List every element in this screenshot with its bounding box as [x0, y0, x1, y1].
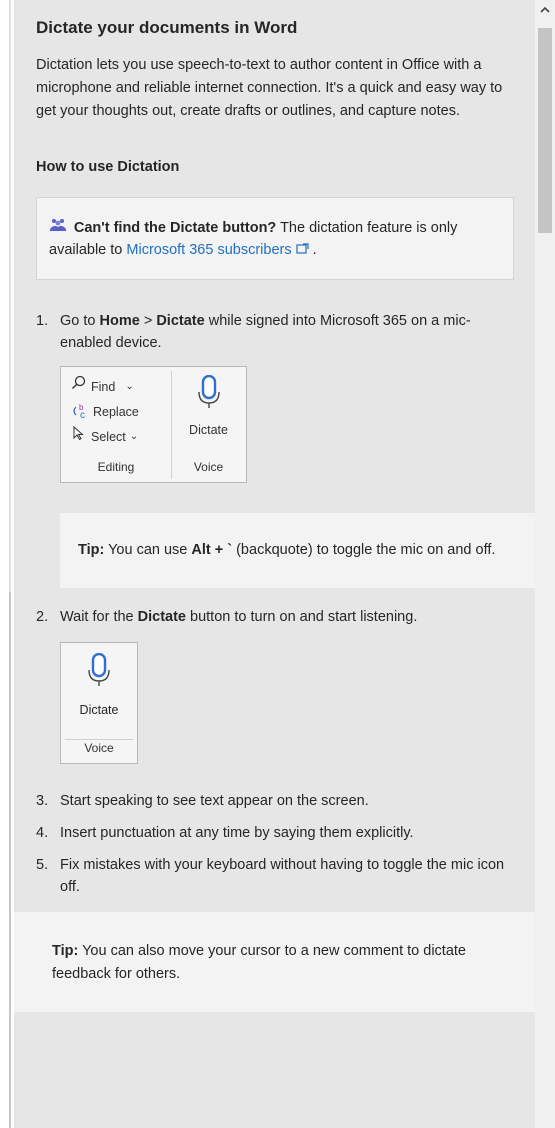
step-number: 4.: [36, 825, 49, 841]
rail-divider-lower: [9, 592, 11, 1128]
microphone-icon: [87, 652, 111, 694]
dictate-button-label: Dictate: [79, 703, 119, 717]
section-heading: How to use Dictation: [36, 159, 180, 175]
step-number: 5.: [36, 857, 49, 873]
ribbon-group-voice: Dictate Voice: [172, 367, 245, 482]
ribbon-screenshot: Find ⌄ bc Replace Select ⌄ Editing Dicta…: [60, 366, 247, 483]
steps-list: 1. Go to Home > Dictate while signed int…: [36, 310, 514, 503]
tip-pre: You can use: [104, 542, 192, 558]
step-bold-dictate: Dictate: [156, 313, 205, 329]
list-item: 4. Insert punctuation at any time by say…: [36, 822, 514, 844]
replace-icon: bc: [71, 403, 89, 422]
rail-divider: [9, 0, 11, 592]
intro-paragraph: Dictation lets you use speech-to-text to…: [36, 57, 503, 119]
link-text: Microsoft 365 subscribers: [126, 242, 292, 258]
ribbon-group-editing: Find ⌄ bc Replace Select ⌄ Editing: [61, 367, 171, 482]
steps-list-continued: 2. Wait for the Dictate button to turn o…: [36, 606, 514, 898]
tip-box-alt: Tip: You can use Alt + ` (backquote) to …: [60, 513, 535, 588]
tip-shortcut: Alt + `: [191, 542, 233, 558]
step-post: button to turn on and start listening.: [186, 609, 418, 625]
note-after: .: [312, 242, 317, 258]
left-rail: [0, 0, 14, 1128]
step-text: Wait for the Dictate button to turn on a…: [60, 606, 514, 780]
step-text: Start speaking to see text appear on the…: [60, 793, 369, 809]
select-row: Select ⌄: [71, 425, 138, 448]
people-icon: [49, 219, 71, 235]
chevron-down-icon: ⌄: [129, 430, 139, 442]
step-bold-home: Home: [99, 313, 140, 329]
search-icon: [71, 375, 87, 398]
step-text: Go to Home > Dictate while signed into M…: [60, 310, 514, 503]
tip-label: Tip:: [78, 542, 105, 558]
dictate-button-screenshot: Dictate Voice: [60, 642, 138, 764]
step-pre: Go to: [60, 313, 100, 329]
tip-label: Tip:: [52, 943, 79, 959]
replace-row: bc Replace: [71, 401, 139, 423]
editing-group-label: Editing: [97, 460, 135, 474]
select-label: Select: [91, 429, 126, 444]
list-item: 5. Fix mistakes with your keyboard witho…: [36, 854, 514, 898]
step-bold-dictate: Dictate: [137, 609, 186, 625]
scroll-up-arrow-icon[interactable]: [538, 3, 552, 17]
vertical-scrollbar[interactable]: [535, 0, 555, 1128]
help-pane: Dictate your documents in Word Dictation…: [14, 0, 535, 1128]
step-pre: Wait for the: [60, 609, 138, 625]
step-number: 2.: [36, 609, 49, 625]
note-box: Can't find the Dictate button? The dicta…: [36, 197, 514, 280]
cursor-arrow-icon: [71, 425, 87, 448]
find-row: Find ⌄: [71, 375, 134, 398]
voice-group-label: Voice: [84, 741, 114, 755]
list-item: 1. Go to Home > Dictate while signed int…: [36, 310, 514, 503]
step-mid: >: [139, 313, 157, 329]
dictate-button-label: Dictate: [189, 423, 228, 437]
voice-group-label: Voice: [193, 460, 224, 474]
step-number: 1.: [36, 313, 49, 329]
microsoft-365-link[interactable]: Microsoft 365 subscribers: [126, 242, 312, 258]
article-content: Dictate your documents in Word Dictation…: [14, 0, 535, 1012]
list-item: 3. Start speaking to see text appear on …: [36, 790, 514, 812]
tip-box-comment: Tip: You can also move your cursor to a …: [14, 912, 535, 1012]
step-number: 3.: [36, 793, 49, 809]
page-title: Dictate your documents in Word: [36, 18, 298, 37]
external-link-icon: [296, 242, 313, 258]
chevron-down-icon: ⌄: [125, 380, 134, 392]
microphone-icon: [197, 374, 221, 416]
tip-text: You can also move your cursor to a new c…: [52, 943, 466, 982]
list-item: 2. Wait for the Dictate button to turn o…: [36, 606, 514, 780]
svg-text:c: c: [80, 410, 85, 419]
note-bold: Can't find the Dictate button?: [73, 220, 277, 236]
step-text: Insert punctuation at any time by saying…: [60, 825, 414, 841]
tip-post: (backquote) to toggle the mic on and off…: [232, 542, 496, 558]
scrollbar-thumb[interactable]: [538, 28, 552, 233]
replace-label: Replace: [93, 405, 139, 419]
find-label: Find: [91, 379, 116, 394]
step-text: Fix mistakes with your keyboard without …: [60, 857, 505, 895]
